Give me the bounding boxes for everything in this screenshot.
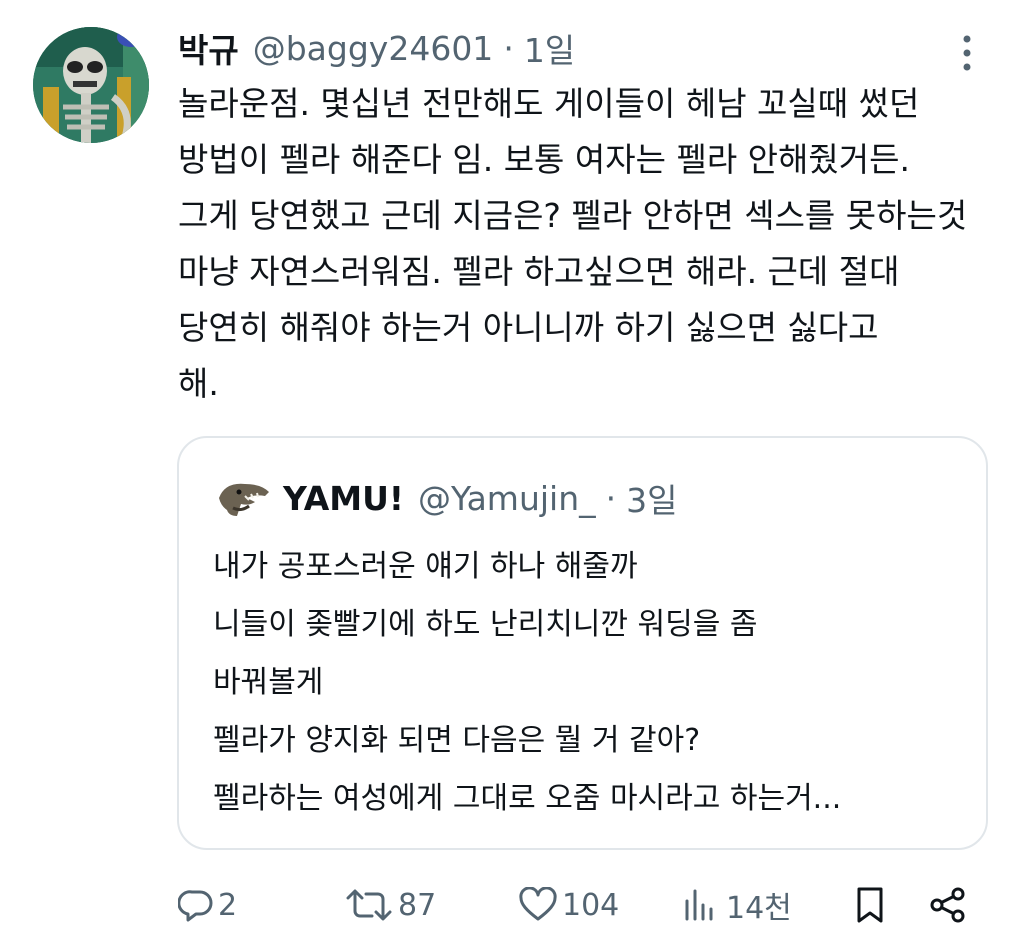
views-button[interactable]: 14천 xyxy=(682,882,792,928)
quoted-post-time[interactable]: 3일 xyxy=(626,474,677,522)
quoted-text-line: 펠라하는 여성에게 그대로 오줌 마시라고 하는거... xyxy=(213,781,842,816)
bookmark-button[interactable] xyxy=(852,882,888,928)
author-handle[interactable]: @baggy24601 xyxy=(253,29,494,68)
reply-button[interactable]: 2 xyxy=(178,882,237,928)
more-vertical-icon xyxy=(963,35,971,71)
quoted-text-line: 바꿔볼게 xyxy=(213,665,324,700)
quoted-post-body: 내가 공포스러운 얘기 하나 해줄까 니들이 좆빨기에 하도 난리치니깐 워딩을… xyxy=(213,538,973,828)
reply-count: 2 xyxy=(218,887,238,923)
separator-dot: · xyxy=(503,28,514,68)
retweet-count: 87 xyxy=(398,887,437,923)
heart-icon xyxy=(519,887,557,921)
post-text-line: 당연히 해줘야 하는거 아니니까 하기 싫으면 싫다고 xyxy=(178,308,879,347)
share-icon xyxy=(930,887,965,923)
bookmark-icon xyxy=(857,887,883,923)
quoted-post-card[interactable]: YAMU! @Yamujin_ · 3일 내가 공포스러운 얘기 하나 해줄까 … xyxy=(177,436,988,850)
avatar-image xyxy=(33,27,149,143)
author-name[interactable]: 박규 xyxy=(178,24,239,72)
post-text-line: 방법이 펠라 해준다 임. 보통 여자는 펠라 안해줬거든. xyxy=(178,140,910,179)
quoted-author-handle[interactable]: @Yamujin_ xyxy=(418,479,596,518)
like-button[interactable]: 104 xyxy=(518,882,619,928)
quoted-text-line: 펠라가 양지화 되면 다음은 뭘 거 같아? xyxy=(213,723,701,758)
post-header: 박규 @baggy24601 · 1일 xyxy=(178,24,575,72)
post-text-line: 그게 당연했고 근데 지금은? 펠라 안하면 섹스를 못하는것 xyxy=(178,196,968,235)
quoted-post-header: YAMU! @Yamujin_ · 3일 xyxy=(215,472,677,524)
quoted-text-line: 내가 공포스러운 얘기 하나 해줄까 xyxy=(213,549,638,584)
share-button[interactable] xyxy=(928,882,968,928)
post-body: 놀라운점. 몇십년 전만해도 게이들이 헤남 꼬실때 썼던 방법이 펠라 해준다… xyxy=(178,76,1008,412)
action-bar: 2 87 104 14천 xyxy=(0,870,1024,940)
post-text-line: 놀라운점. 몇십년 전만해도 게이들이 헤남 꼬실때 썼던 xyxy=(178,84,920,123)
author-avatar[interactable] xyxy=(33,27,149,143)
quoted-author-avatar[interactable] xyxy=(215,472,273,524)
more-options-button[interactable] xyxy=(952,30,982,76)
view-count: 14천 xyxy=(726,891,792,926)
views-icon xyxy=(685,889,713,921)
quoted-author-name[interactable]: YAMU! xyxy=(283,479,404,518)
retweet-button[interactable]: 87 xyxy=(344,882,436,928)
retweet-icon xyxy=(346,889,392,921)
post-text-line: 마냥 자연스러워짐. 펠라 하고싶으면 해라. 근데 절대 xyxy=(178,252,900,291)
quoted-text-line: 니들이 좆빨기에 하도 난리치니깐 워딩을 좀 xyxy=(213,607,758,642)
separator-dot: · xyxy=(605,478,617,518)
like-count: 104 xyxy=(562,887,620,923)
post-text-line: 해. xyxy=(178,364,219,403)
reply-icon xyxy=(178,890,213,922)
post-time[interactable]: 1일 xyxy=(524,24,575,72)
